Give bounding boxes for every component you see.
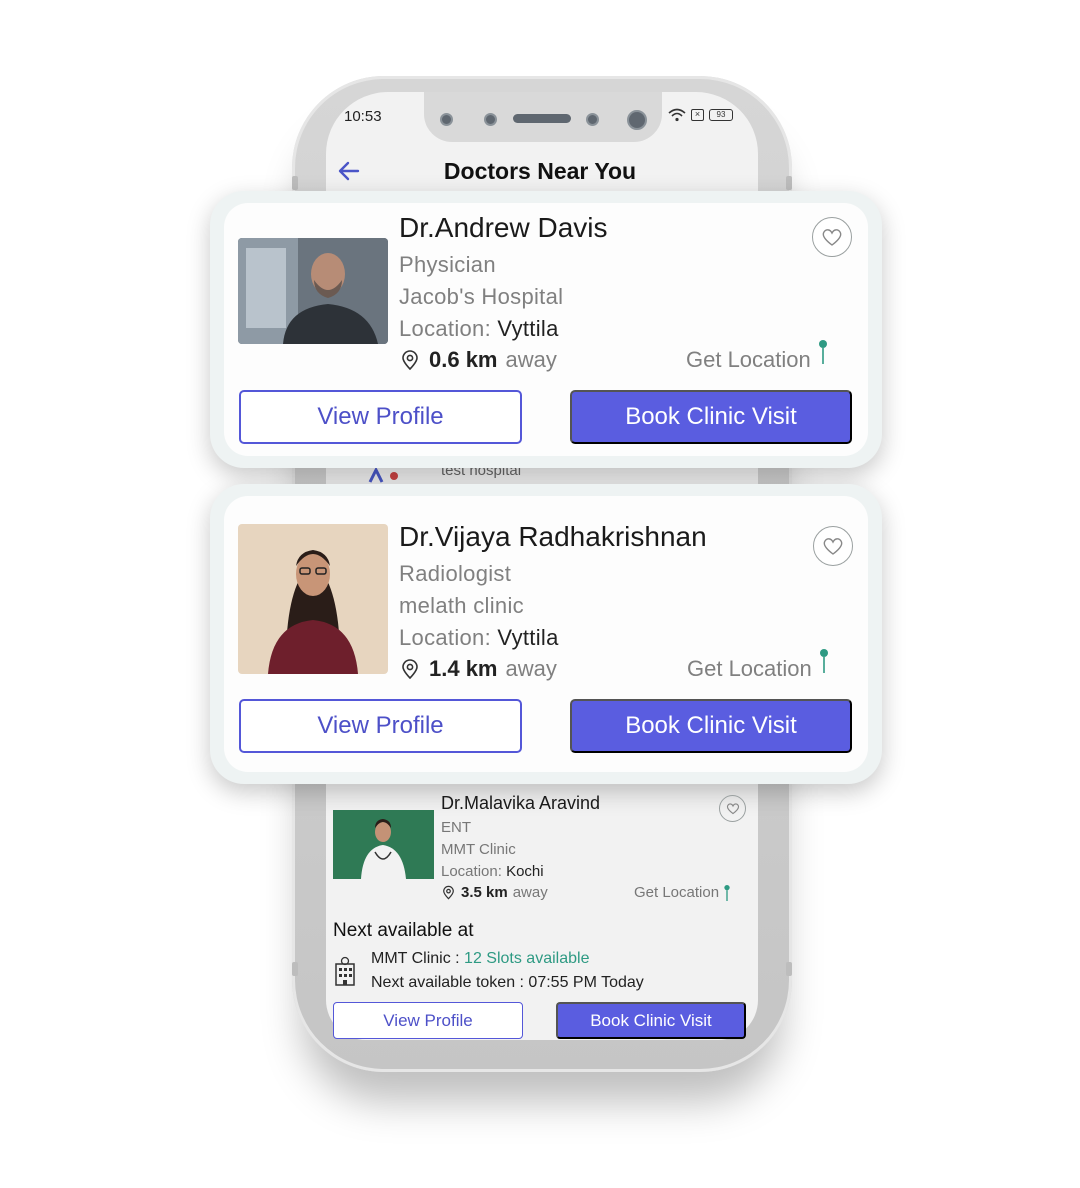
distance-away: away: [505, 656, 557, 681]
doctor-location: Location: Kochi: [441, 863, 544, 880]
back-arrow-icon[interactable]: [336, 158, 362, 184]
doctor-location: Location: Vyttila: [399, 316, 559, 342]
distance-value: 1.4 km: [429, 656, 498, 681]
get-location-link[interactable]: Get Location: [634, 884, 731, 902]
book-clinic-visit-button[interactable]: Book Clinic Visit: [556, 1002, 746, 1039]
distance-away: away: [505, 347, 557, 372]
location-value: Vyttila: [497, 625, 559, 650]
view-profile-button[interactable]: View Profile: [239, 699, 522, 753]
hospital-building-icon: [335, 956, 355, 986]
doctor-name: Dr.Malavika Aravind: [441, 793, 601, 813]
next-available-title: Next available at: [333, 920, 474, 941]
slots-available[interactable]: 12 Slots available: [464, 950, 589, 967]
get-location-label: Get Location: [634, 884, 720, 901]
doctor-specialty: Radiologist: [399, 561, 512, 586]
speaker-grille: [513, 114, 571, 123]
doctor-hospital: melath clinic: [399, 593, 524, 618]
location-pin-icon: [402, 659, 418, 680]
doctor-photo[interactable]: [333, 810, 434, 879]
favorite-heart-icon[interactable]: [812, 217, 852, 257]
location-label: Location:: [399, 316, 491, 341]
status-icons: × 93: [668, 108, 733, 122]
map-pin-icon: [818, 340, 827, 364]
location-pin-icon: [443, 885, 454, 900]
location-pin-icon: [402, 350, 418, 371]
doctor-photo[interactable]: [238, 524, 388, 674]
phone-button: [292, 176, 298, 190]
location-label: Location:: [441, 863, 502, 880]
phone-button: [786, 962, 792, 976]
doctor-distance: 3.5 km away: [441, 884, 548, 901]
view-profile-button[interactable]: View Profile: [333, 1002, 523, 1039]
phone-button: [786, 176, 792, 190]
favorite-heart-icon[interactable]: [813, 526, 853, 566]
status-time: 10:53: [344, 108, 382, 125]
next-token-line: Next available token : 07:55 PM Today: [371, 974, 644, 991]
book-clinic-visit-button[interactable]: Book Clinic Visit: [570, 699, 852, 753]
sensor-icon: [484, 113, 497, 126]
page-title: Doctors Near You: [443, 158, 637, 184]
wifi-icon: [668, 108, 686, 122]
distance-value: 0.6 km: [429, 347, 498, 372]
distance-value: 3.5 km: [461, 884, 508, 901]
distance-away: away: [512, 884, 548, 901]
sensor-icon: [586, 113, 599, 126]
location-value: Kochi: [506, 863, 544, 880]
battery-icon: 93: [709, 109, 733, 121]
book-clinic-visit-button[interactable]: Book Clinic Visit: [570, 390, 852, 444]
location-label: Location:: [399, 625, 491, 650]
map-pin-icon: [819, 649, 828, 673]
doctor-distance: 1.4 km away: [399, 656, 557, 682]
doctor-specialty: Physician: [399, 252, 496, 277]
doctor-photo[interactable]: [238, 238, 388, 344]
phone-button: [292, 962, 298, 976]
map-pin-icon: [724, 885, 730, 901]
favorite-heart-icon[interactable]: [719, 795, 746, 822]
doctor-hospital: Jacob's Hospital: [399, 284, 564, 309]
doctor-hospital: MMT Clinic: [441, 841, 516, 858]
front-camera-icon: [627, 110, 647, 130]
doctor-specialty: ENT: [441, 819, 471, 836]
view-profile-button[interactable]: View Profile: [239, 390, 522, 444]
sensor-icon: [440, 113, 453, 126]
doctor-distance: 0.6 km away: [399, 347, 557, 373]
get-location-link[interactable]: Get Location: [687, 649, 830, 682]
doctor-name: Dr.Vijaya Radhakrishnan: [399, 521, 707, 552]
location-value: Vyttila: [497, 316, 559, 341]
clinic-name: MMT Clinic :: [371, 950, 460, 967]
get-location-link[interactable]: Get Location: [686, 340, 829, 373]
get-location-label: Get Location: [687, 656, 812, 681]
get-location-label: Get Location: [686, 347, 811, 372]
doctor-name: Dr.Andrew Davis: [399, 212, 608, 243]
clinic-slots-line: MMT Clinic : 12 Slots available: [371, 950, 589, 968]
sim-icon: ×: [691, 109, 704, 121]
doctor-location: Location: Vyttila: [399, 625, 559, 651]
